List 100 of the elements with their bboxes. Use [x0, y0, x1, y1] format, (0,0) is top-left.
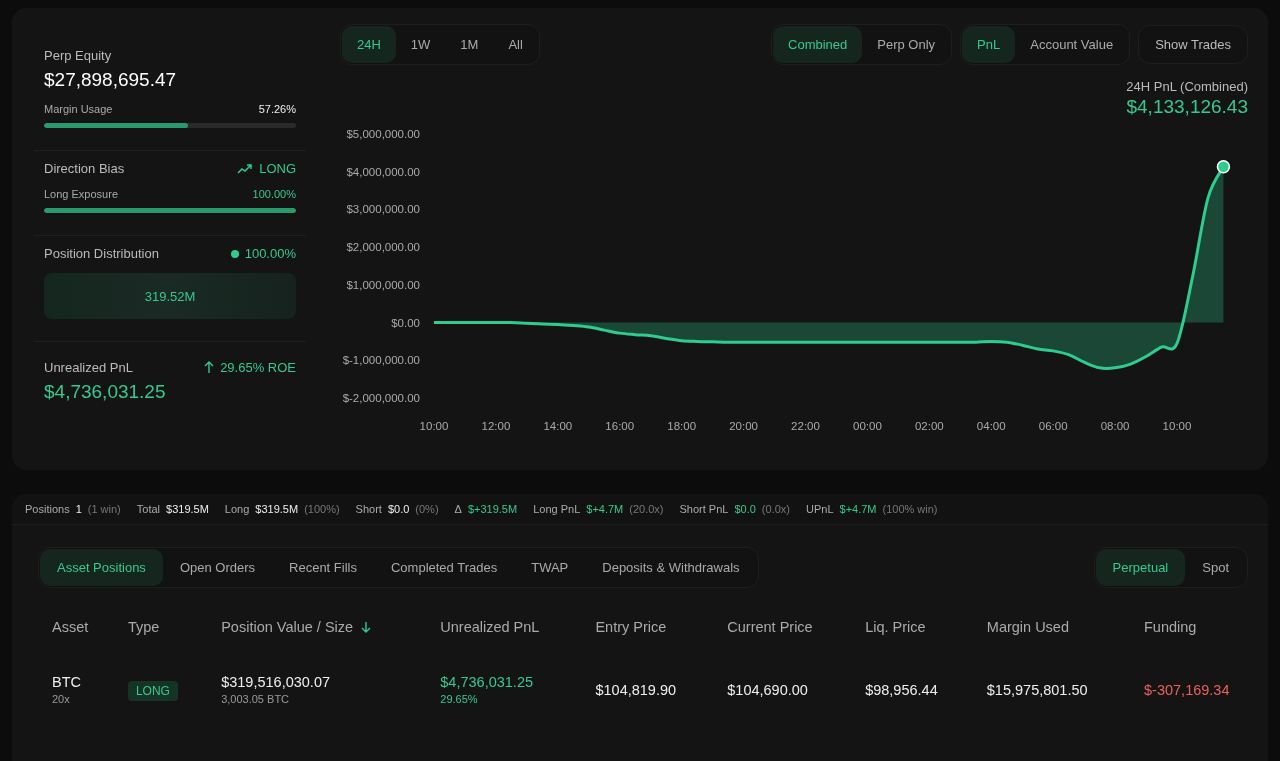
- y-tick-label: $2,000,000.00: [346, 241, 420, 254]
- x-tick-label: 20:00: [729, 420, 758, 432]
- distribution-label: Position Distribution: [44, 246, 159, 261]
- exposure-label: Long Exposure: [44, 188, 118, 200]
- table-tab[interactable]: Recent Fills: [272, 549, 374, 586]
- show-trades-button[interactable]: Show Trades: [1138, 25, 1248, 64]
- stat-note: (1 win): [87, 503, 121, 515]
- leverage: 20x: [52, 693, 71, 705]
- range-tab[interactable]: 1M: [445, 26, 494, 63]
- distribution-value: 100.00%: [244, 246, 296, 261]
- column-header[interactable]: Unrealized PnL: [440, 619, 540, 635]
- stat-value: 1: [75, 503, 82, 515]
- y-tick-label: $-2,000,000.00: [342, 392, 420, 404]
- table-tab[interactable]: Completed Trades: [373, 549, 515, 586]
- x-tick-label: 14:00: [543, 420, 573, 432]
- bias-value: LONG: [259, 161, 296, 176]
- mode-tab[interactable]: Perp Only: [862, 26, 951, 63]
- exposure-value: 100.00%: [252, 188, 296, 200]
- x-tick-label: 02:00: [914, 420, 944, 432]
- y-tick-label: $-1,000,000.00: [342, 354, 420, 367]
- stat-label: Total: [136, 503, 161, 515]
- upnl-label: Unrealized PnL: [44, 360, 133, 375]
- market-tab[interactable]: Spot: [1185, 549, 1246, 586]
- stat-label: Δ: [454, 503, 462, 515]
- stat-note: (100% win): [882, 503, 938, 515]
- bias-label: Direction Bias: [44, 161, 125, 176]
- stat-value: $319.5M: [166, 503, 209, 515]
- x-tick-label: 18:00: [667, 420, 697, 432]
- table-cell: $98,956.44: [865, 681, 938, 698]
- stat-label: Short PnL: [679, 503, 729, 515]
- stat-value: $0.0: [387, 503, 410, 515]
- upnl-value: $4,736,031.25: [44, 381, 167, 403]
- stat-label: UPnL: [806, 503, 834, 515]
- range-tab[interactable]: 1W: [395, 26, 446, 63]
- distribution-amount: 319.52M: [144, 288, 196, 304]
- stat-value: $0.0: [734, 503, 756, 515]
- funding-value: $-307,169.34: [1144, 681, 1230, 698]
- table-cell: $104,690.00: [727, 681, 808, 698]
- pnl-value: $4,736,031.25: [440, 674, 534, 690]
- table-tab[interactable]: Deposits & Withdrawals: [585, 549, 757, 586]
- column-header[interactable]: Position Value / Size: [221, 619, 372, 635]
- stat-value: $+4.7M: [839, 503, 877, 515]
- x-tick-label: 12:00: [481, 420, 511, 432]
- chart-total: $4,133,126.43: [1126, 96, 1248, 118]
- range-tab[interactable]: 24H: [342, 26, 396, 63]
- y-tick-label: $1,000,000.00: [346, 278, 420, 291]
- x-tick-label: 06:00: [1038, 420, 1068, 432]
- arrow-up-icon: [204, 361, 215, 374]
- table-tab[interactable]: TWAP: [514, 549, 586, 586]
- margin-value: 57.26%: [258, 103, 296, 115]
- pnl-percent: 29.65%: [440, 693, 479, 705]
- range-tab[interactable]: All: [493, 26, 538, 63]
- stat-value: $+319.5M: [467, 503, 518, 515]
- stat-note: (0.0x): [761, 503, 790, 515]
- stat-label: Short: [355, 503, 382, 515]
- stat-note: (0%): [415, 503, 439, 515]
- x-tick-label: 04:00: [976, 420, 1006, 432]
- mode-tab[interactable]: Combined: [773, 26, 863, 63]
- y-tick-label: $3,000,000.00: [346, 203, 420, 216]
- stat-value: $+4.7M: [586, 503, 624, 515]
- column-header[interactable]: Asset: [52, 619, 89, 635]
- table-tab[interactable]: Open Orders: [162, 549, 273, 586]
- table-tab[interactable]: Asset Positions: [40, 549, 163, 586]
- y-tick-label: $5,000,000.00: [346, 128, 420, 140]
- sort-down-icon: [361, 621, 372, 633]
- stat-note: (100%): [304, 503, 340, 515]
- column-header[interactable]: Entry Price: [595, 619, 667, 635]
- stat-value: $319.5M: [255, 503, 299, 515]
- x-tick-label: 00:00: [853, 420, 882, 432]
- metric-tab[interactable]: PnL: [962, 26, 1016, 63]
- x-tick-label: 22:00: [791, 420, 820, 432]
- table-cell: $104,819.90: [595, 681, 677, 698]
- table-cell: $15,975,801.50: [986, 681, 1088, 698]
- equity-label: Perp Equity: [44, 48, 113, 63]
- x-tick-label: 16:00: [605, 420, 635, 432]
- y-tick-label: $0.00: [391, 316, 420, 329]
- column-header[interactable]: Liq. Price: [865, 619, 926, 635]
- y-tick-label: $4,000,000.00: [346, 165, 420, 178]
- x-tick-label: 10:00: [419, 420, 449, 432]
- stat-label: Long PnL: [533, 503, 581, 515]
- stat-label: Long: [224, 503, 250, 515]
- type-tag: LONG: [127, 680, 178, 701]
- chart-caption: 24H PnL (Combined): [1126, 79, 1248, 94]
- trend-up-icon: [237, 162, 254, 175]
- position-value: $319,516,030.07: [221, 674, 332, 690]
- x-tick-label: 10:00: [1162, 420, 1192, 432]
- status-dot: [230, 249, 239, 258]
- column-header[interactable]: Margin Used: [986, 619, 1069, 635]
- stat-note: (20.0x): [629, 503, 664, 515]
- margin-label: Margin Usage: [44, 103, 113, 115]
- equity-value: $27,898,695.47: [44, 69, 178, 91]
- roe-value: 29.65% ROE: [220, 360, 296, 375]
- stat-label: Positions: [25, 503, 70, 515]
- metric-tab[interactable]: Account Value: [1015, 26, 1129, 63]
- position-size: 3,003.05 BTC: [221, 693, 291, 705]
- x-tick-label: 08:00: [1100, 420, 1130, 432]
- column-header[interactable]: Funding: [1144, 619, 1197, 635]
- column-header[interactable]: Current Price: [727, 619, 813, 635]
- market-tab[interactable]: Perpetual: [1095, 549, 1186, 586]
- column-header[interactable]: Type: [127, 619, 160, 635]
